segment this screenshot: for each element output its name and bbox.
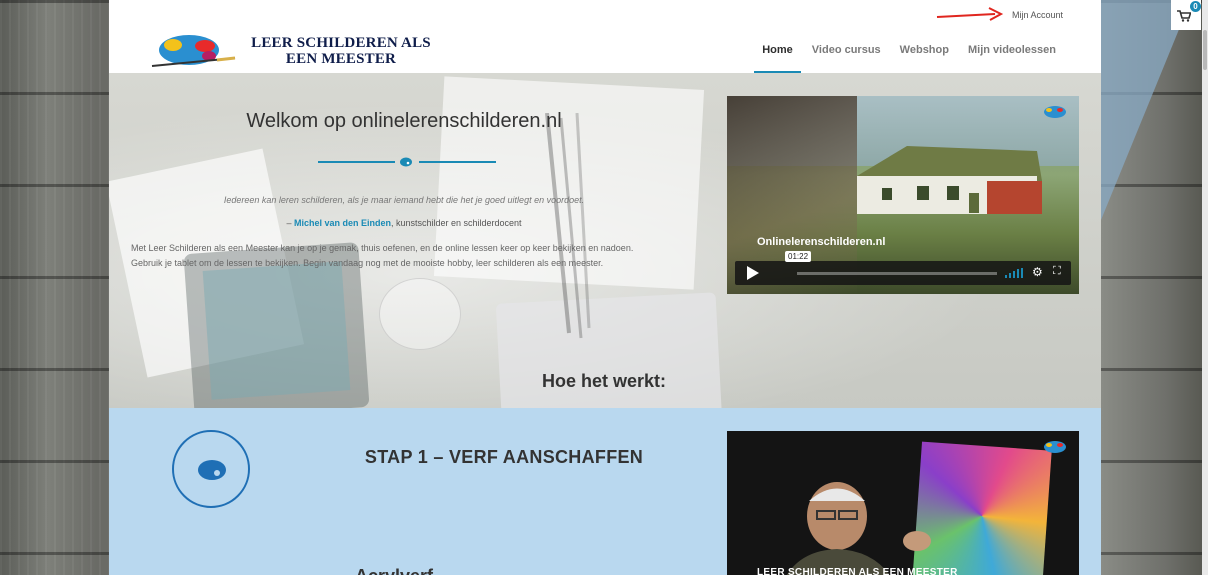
palette-logo-icon[interactable] <box>147 32 239 70</box>
nav-video-cursus[interactable]: Video cursus <box>812 28 881 73</box>
scrollbar[interactable] <box>1202 0 1208 575</box>
logo-line-2: EEN MEESTER <box>285 51 397 67</box>
background-brushes <box>545 113 591 339</box>
nav-webshop[interactable]: Webshop <box>900 28 949 73</box>
quote-author-line: – Michel van den Einden, kunstschilder e… <box>129 218 679 228</box>
author-name: Michel van den Einden <box>293 218 391 228</box>
page: Mijn Account LEER SCHILDEREN ALS EEN MEE… <box>109 0 1101 575</box>
background-right-strip <box>1101 0 1208 575</box>
author-role: , kunstschilder en schilderdocent <box>390 218 522 228</box>
cart-icon <box>1177 10 1191 22</box>
main-nav: Home Video cursus Webshop Mijn videoless… <box>754 28 1056 73</box>
volume-icon[interactable] <box>1005 268 1025 278</box>
palette-watermark-icon <box>1044 441 1066 453</box>
fullscreen-icon[interactable]: ⛶ <box>1053 265 1061 278</box>
play-icon[interactable] <box>747 266 759 280</box>
settings-gear-icon[interactable]: ⚙ <box>1032 265 1043 279</box>
video-controls: 01:22 ⚙ ⛶ <box>735 251 1071 285</box>
top-bar: Mijn Account <box>109 0 1101 29</box>
quote-text: Iedereen kan leren schilderen, als je ma… <box>223 195 585 205</box>
cart-button[interactable]: 0 <box>1171 0 1201 30</box>
my-account-link[interactable]: Mijn Account <box>1012 10 1063 20</box>
nav-home[interactable]: Home <box>754 28 801 73</box>
nav-mijn-videolessen[interactable]: Mijn videolessen <box>968 28 1056 73</box>
how-it-works-title: Hoe het werkt: <box>541 370 667 391</box>
intro-video-player[interactable]: Onlinelerenschilderen.nl 01:22 ⚙ ⛶ <box>727 96 1079 294</box>
background-paper <box>1101 0 1191 220</box>
steps-section: STAP 1 – VERF AANSCHAFFEN Acrylverf LEER… <box>109 408 1101 575</box>
site-logo-text[interactable]: LEER SCHILDEREN ALS EEN MEESTER <box>241 35 441 67</box>
intro-line-2: Gebruik je tablet om de lessen te bekijk… <box>131 258 604 268</box>
background-jar <box>379 278 461 350</box>
step-video-title: LEER SCHILDEREN ALS EEN MEESTER <box>757 567 958 575</box>
step-1-video[interactable]: LEER SCHILDEREN ALS EEN MEESTER <box>727 431 1079 575</box>
red-arrow-annotation <box>936 7 1004 21</box>
step-1-title: STAP 1 – VERF AANSCHAFFEN <box>364 446 644 467</box>
palette-circle-icon <box>172 430 250 508</box>
intro-line-1: Met Leer Schilderen als een Meester kan … <box>131 243 634 253</box>
welcome-title: Welkom op onlinelerenschilderen.nl <box>246 110 562 133</box>
title-divider <box>318 157 496 167</box>
step-1-subtitle: Acrylverf <box>309 566 479 575</box>
palette-icon <box>400 157 412 167</box>
hero-section: Welkom op onlinelerenschilderen.nl Ieder… <box>109 73 1101 408</box>
author-prefix: – <box>286 218 294 228</box>
cart-count-badge: 0 <box>1190 1 1201 12</box>
video-thumbnail-farmhouse <box>857 146 1042 214</box>
video-progress-track[interactable] <box>797 272 997 275</box>
video-thumbnail-presenter <box>786 482 931 575</box>
site-header: LEER SCHILDEREN ALS EEN MEESTER Home Vid… <box>109 28 1101 73</box>
palette-watermark-icon <box>1044 106 1066 118</box>
scrollbar-thumb[interactable] <box>1203 30 1207 70</box>
video-title: Onlinelerenschilderen.nl <box>757 236 886 248</box>
video-time-tooltip: 01:22 <box>785 251 812 262</box>
logo-line-1: LEER SCHILDEREN ALS <box>251 35 431 51</box>
intro-text: Met Leer Schilderen als een Meester kan … <box>131 241 691 271</box>
